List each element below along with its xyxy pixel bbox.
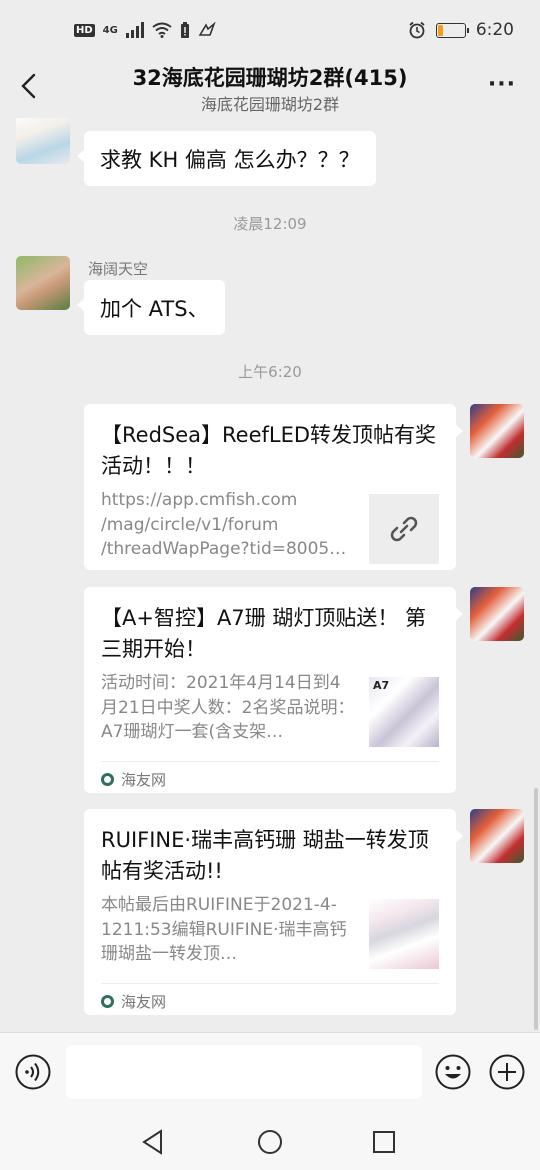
battery-level [437, 24, 443, 36]
link-card[interactable]: RUIFINE·瑞丰高钙珊 瑚盐一转发顶帖有奖活动!! 本帖最后由RUIFINE… [84, 809, 463, 1015]
avatar[interactable] [470, 404, 524, 458]
input-bar [0, 1032, 540, 1114]
scrollbar[interactable] [534, 788, 538, 1030]
card-thumbnail [369, 494, 439, 564]
message-bubble[interactable]: 加个 ATS、 [77, 280, 225, 335]
wifi-icon [152, 22, 172, 38]
sender-name: 海阔天空 [88, 260, 149, 278]
app-notification-icon [198, 22, 216, 36]
card-thumbnail: A7 [369, 677, 439, 747]
card-thumbnail [369, 899, 439, 969]
plus-icon[interactable] [488, 1053, 526, 1091]
source-icon [101, 773, 114, 786]
card-title: 【RedSea】ReefLED转发顶帖有奖活动！！！ [101, 423, 437, 478]
card-footer: 海友网 [101, 761, 439, 797]
hd-badge: HD [74, 23, 95, 37]
link-card[interactable]: 【A+智控】A7珊 瑚灯顶贴送！ 第三期开始！ 活动时间：2021年4月14日到… [84, 587, 463, 793]
alert-battery-icon [180, 22, 189, 38]
avatar[interactable] [470, 809, 524, 863]
timestamp: 上午6:20 [238, 363, 302, 381]
card-footer: 海友网 [101, 983, 439, 1019]
link-card[interactable]: 【RedSea】ReefLED转发顶帖有奖活动！！！ https://app.c… [84, 404, 463, 570]
status-left: HD 4G [74, 22, 216, 38]
avatar[interactable] [16, 118, 70, 164]
page-subtitle: 海底花园珊瑚坊2群 [200, 95, 340, 114]
status-bar: HD 4G 6:20 [0, 0, 540, 60]
message-text: 加个 ATS、 [100, 296, 209, 321]
source-name: 海友网 [121, 771, 167, 789]
timestamp: 凌晨12:09 [233, 215, 307, 233]
source-name: 海友网 [121, 993, 167, 1011]
voice-icon[interactable] [14, 1053, 52, 1091]
battery-icon [435, 22, 469, 38]
chat-area[interactable]: 求教 KH 偏高 怎么办？？？ 凌晨12:09 海阔天空 加个 ATS、 上午6… [0, 118, 540, 1032]
avatar[interactable] [470, 587, 524, 641]
card-body: 本帖最后由RUIFINE于2021-4-1211:53编辑RUIFINE·瑞丰高… [101, 893, 439, 969]
clock: 6:20 [475, 20, 514, 40]
card-description: 活动时间：2021年4月14日到4月21日中奖人数：2名奖品说明：A7珊瑚灯一套… [101, 673, 355, 742]
network-label: 4G [102, 24, 118, 36]
status-right: 6:20 [408, 20, 514, 40]
system-nav-bar [0, 1114, 540, 1170]
card-title: RUIFINE·瑞丰高钙珊 瑚盐一转发顶帖有奖活动!! [101, 828, 429, 883]
link-icon [390, 516, 418, 542]
card-body: https://app.cmfish.com /mag/circle/v1/fo… [101, 488, 439, 564]
message-text: 求教 KH 偏高 怎么办？？？ [100, 147, 360, 172]
card-description: https://app.cmfish.com /mag/circle/v1/fo… [101, 490, 347, 559]
message-bubble[interactable]: 求教 KH 偏高 怎么办？？？ [77, 131, 376, 186]
nav-recent-icon[interactable] [366, 1124, 402, 1160]
emoji-icon[interactable] [434, 1053, 472, 1091]
thumb-label: A7 [373, 679, 390, 692]
message-input[interactable] [66, 1045, 422, 1099]
nav-back-icon[interactable] [136, 1124, 172, 1160]
card-title: 【A+智控】A7珊 瑚灯顶贴送！ 第三期开始！ [101, 606, 427, 661]
card-description: 本帖最后由RUIFINE于2021-4-1211:53编辑RUIFINE·瑞丰高… [101, 895, 347, 964]
alarm-icon [409, 21, 425, 39]
chat-header: 32海底花园珊瑚坊2群(415) 海底花园珊瑚坊2群 ··· [0, 60, 540, 118]
card-body: 活动时间：2021年4月14日到4月21日中奖人数：2名奖品说明：A7珊瑚灯一套… [101, 671, 439, 747]
avatar[interactable] [16, 256, 70, 310]
more-options-button[interactable]: ··· [488, 72, 516, 97]
page-title: 32海底花园珊瑚坊2群(415) [132, 66, 408, 90]
nav-home-icon[interactable] [252, 1124, 288, 1160]
signal-icon [125, 22, 144, 38]
source-icon [101, 995, 114, 1008]
